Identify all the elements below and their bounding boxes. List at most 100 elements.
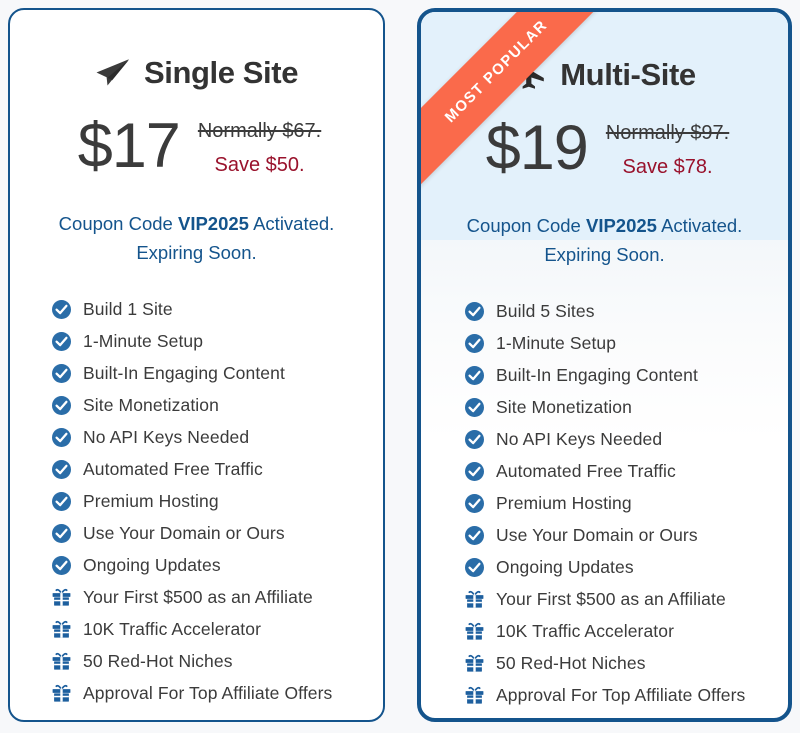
feature-item: Built-In Engaging Content: [465, 359, 788, 391]
feature-item: No API Keys Needed: [52, 421, 383, 453]
paper-plane-icon: [95, 58, 131, 88]
feature-item: Premium Hosting: [52, 485, 383, 517]
feature-label: No API Keys Needed: [496, 428, 663, 449]
price-amount: $17: [77, 110, 181, 181]
feature-label: Automated Free Traffic: [83, 458, 263, 479]
feature-label: Approval For Top Affiliate Offers: [83, 682, 333, 703]
coupon-code: VIP2025: [585, 215, 657, 236]
pricing-card-multi-site[interactable]: MOST POPULAR Multi-Site $19 Normally $97…: [417, 8, 792, 722]
feature-label: No API Keys Needed: [83, 426, 250, 447]
feature-item: Use Your Domain or Ours: [465, 519, 788, 551]
feature-item: Approval For Top Affiliate Offers: [465, 679, 788, 711]
feature-label: Ongoing Updates: [496, 556, 634, 577]
feature-label: Automated Free Traffic: [496, 460, 676, 481]
price-block-multi-site: $19 Normally $97. Save $78.: [421, 114, 788, 182]
coupon-expiry: Expiring Soon.: [544, 243, 665, 265]
feature-label: Built-In Engaging Content: [496, 364, 698, 385]
check-circle-icon: [52, 459, 71, 479]
plan-header-multi-site: Multi-Site: [421, 48, 788, 102]
feature-label: 50 Red-Hot Niches: [83, 650, 233, 671]
feature-label: Site Monetization: [83, 394, 219, 415]
feature-label: Your First $500 as an Affiliate: [83, 586, 313, 607]
feature-label: Build 5 Sites: [496, 300, 595, 321]
price-original: Normally $97.: [605, 122, 730, 144]
check-circle-icon: [465, 461, 484, 481]
feature-label: 10K Traffic Accelerator: [496, 620, 675, 641]
feature-label: Use Your Domain or Ours: [83, 522, 285, 543]
gift-icon: [465, 654, 484, 673]
plan-title: Multi-Site: [560, 57, 696, 92]
feature-item: Ongoing Updates: [52, 549, 383, 581]
check-circle-icon: [52, 427, 71, 447]
feature-item: Approval For Top Affiliate Offers: [52, 677, 383, 709]
feature-item: Built-In Engaging Content: [52, 357, 383, 389]
feature-label: Site Monetization: [496, 396, 632, 417]
coupon-notice-single-site: Coupon Code VIP2025 Activated. Expiring …: [10, 210, 383, 267]
feature-label: Premium Hosting: [83, 490, 219, 511]
pricing-card-single-site[interactable]: Single Site $17 Normally $67. Save $50. …: [8, 8, 385, 722]
check-circle-icon: [52, 491, 71, 511]
feature-item: 1-Minute Setup: [52, 325, 383, 357]
feature-item: Automated Free Traffic: [465, 455, 788, 487]
feature-item: Automated Free Traffic: [52, 453, 383, 485]
feature-label: Build 1 Site: [83, 298, 173, 319]
feature-item: 50 Red-Hot Niches: [465, 647, 788, 679]
coupon-suffix: Activated.: [656, 215, 743, 236]
pricing-table: Single Site $17 Normally $67. Save $50. …: [0, 0, 800, 733]
feature-label: Use Your Domain or Ours: [496, 524, 698, 545]
coupon-notice-multi-site: Coupon Code VIP2025 Activated. Expiring …: [421, 212, 788, 269]
check-circle-icon: [465, 493, 484, 513]
feature-label: 50 Red-Hot Niches: [496, 652, 646, 673]
check-circle-icon: [465, 557, 484, 577]
feature-item: 10K Traffic Accelerator: [52, 613, 383, 645]
gift-icon: [465, 686, 484, 705]
feature-item: Your First $500 as an Affiliate: [465, 583, 788, 615]
check-circle-icon: [465, 429, 484, 449]
coupon-code: VIP2025: [177, 213, 249, 234]
feature-item: Ongoing Updates: [465, 551, 788, 583]
check-circle-icon: [52, 363, 71, 383]
price-savings: Save $50.: [214, 154, 305, 176]
check-circle-icon: [465, 525, 484, 545]
price-block-single-site: $17 Normally $67. Save $50.: [10, 112, 383, 180]
feature-item: Build 5 Sites: [465, 295, 788, 327]
feature-label: Your First $500 as an Affiliate: [496, 588, 726, 609]
coupon-prefix: Coupon Code: [466, 215, 586, 236]
gift-icon: [465, 622, 484, 641]
price-original: Normally $67.: [197, 120, 322, 142]
feature-label: 1-Minute Setup: [496, 332, 617, 353]
gift-icon: [52, 684, 71, 703]
check-circle-icon: [52, 331, 71, 351]
gift-icon: [465, 590, 484, 609]
check-circle-icon: [52, 395, 71, 415]
plan-header-single-site: Single Site: [10, 46, 383, 100]
feature-list-multi-site: Build 5 Sites 1-Minute Setup Built-In Enga…: [421, 295, 788, 711]
check-circle-icon: [465, 301, 484, 321]
feature-label: Ongoing Updates: [83, 554, 221, 575]
gift-icon: [52, 620, 71, 639]
feature-item: 10K Traffic Accelerator: [465, 615, 788, 647]
coupon-prefix: Coupon Code: [58, 213, 178, 234]
feature-list-single-site: Build 1 Site 1-Minute Setup Built-In Engag…: [10, 293, 383, 709]
feature-item: Site Monetization: [52, 389, 383, 421]
check-circle-icon: [52, 555, 71, 575]
feature-item: Your First $500 as an Affiliate: [52, 581, 383, 613]
gift-icon: [52, 652, 71, 671]
feature-item: Site Monetization: [465, 391, 788, 423]
check-circle-icon: [52, 523, 71, 543]
feature-label: 1-Minute Setup: [83, 330, 204, 351]
feature-item: Use Your Domain or Ours: [52, 517, 383, 549]
feature-label: Premium Hosting: [496, 492, 632, 513]
feature-item: No API Keys Needed: [465, 423, 788, 455]
plan-title: Single Site: [143, 55, 299, 90]
feature-item: Build 1 Site: [52, 293, 383, 325]
coupon-expiry: Expiring Soon.: [136, 241, 257, 263]
gift-icon: [52, 588, 71, 607]
coupon-suffix: Activated.: [248, 213, 335, 234]
feature-item: 1-Minute Setup: [465, 327, 788, 359]
price-savings: Save $78.: [622, 156, 713, 178]
check-circle-icon: [465, 333, 484, 353]
feature-item: Premium Hosting: [465, 487, 788, 519]
feature-label: 10K Traffic Accelerator: [83, 618, 262, 639]
check-circle-icon: [465, 397, 484, 417]
